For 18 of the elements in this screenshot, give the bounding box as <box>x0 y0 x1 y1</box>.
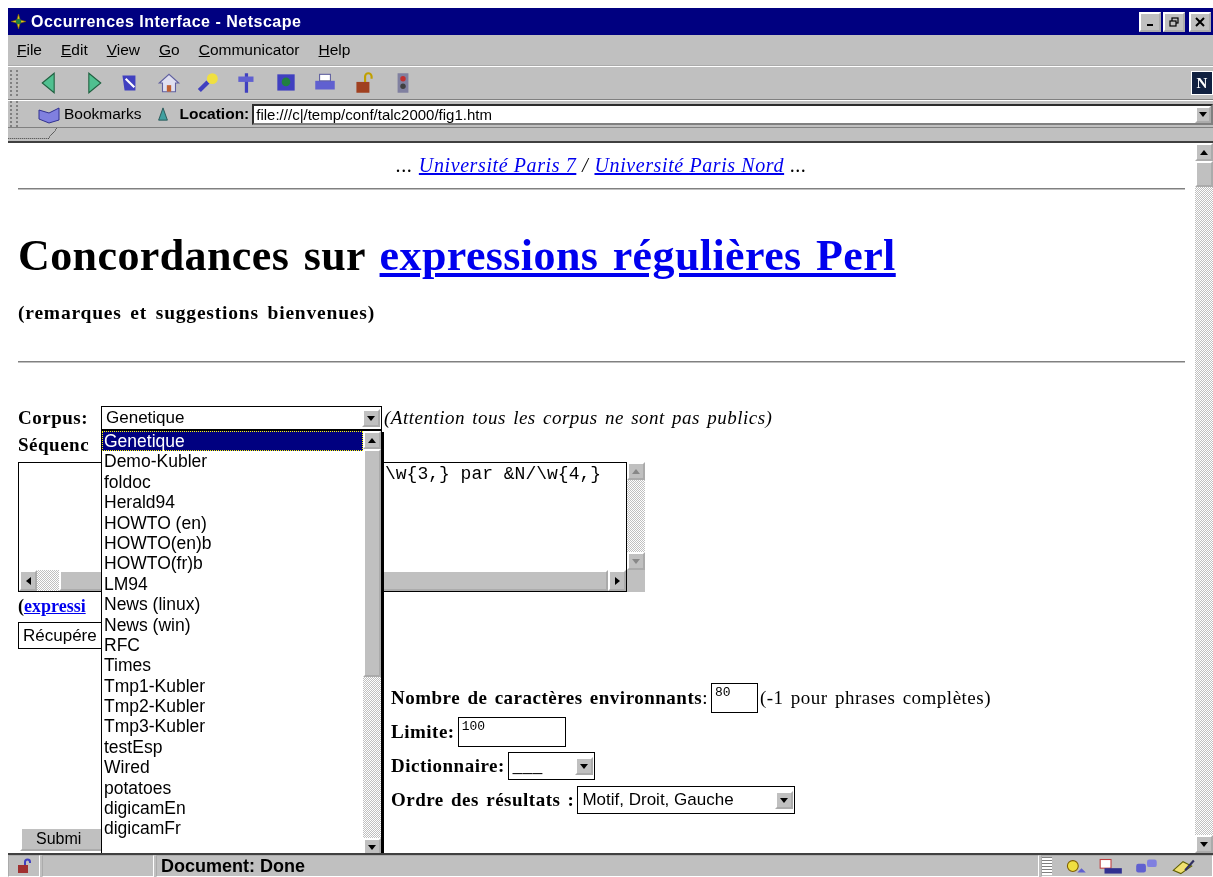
sequence-label: Séquenc <box>18 434 90 455</box>
subtitle: (remarques et suggestions bienvenues) <box>18 303 376 323</box>
ellipsis-text: ... <box>790 154 807 176</box>
paren-text: ( <box>18 596 24 616</box>
netscape-logo: N <box>1191 71 1213 95</box>
context-label: Nombre de caractères environnants: <box>391 687 708 709</box>
corpus-label: Corpus: <box>18 407 89 429</box>
page-heading: Concordances sur <box>18 231 366 280</box>
order-label: Ordre des résultats : <box>391 789 575 811</box>
dictionary-label: Dictionnaire: <box>391 755 505 777</box>
corpus-note: (Attention tous les corpus ne sont pas publics) <box>384 407 773 429</box>
limit-label: Limite: <box>391 721 455 743</box>
status-text: Document: Done <box>160 855 305 877</box>
context-hint: (-1 pour phrases complètes) <box>759 687 991 709</box>
separator-text: / <box>582 154 589 176</box>
window-title: Occurrences Interface - Netscape <box>31 12 302 31</box>
ellipsis-text: ... <box>396 154 413 176</box>
location-label: Location: <box>179 105 250 123</box>
